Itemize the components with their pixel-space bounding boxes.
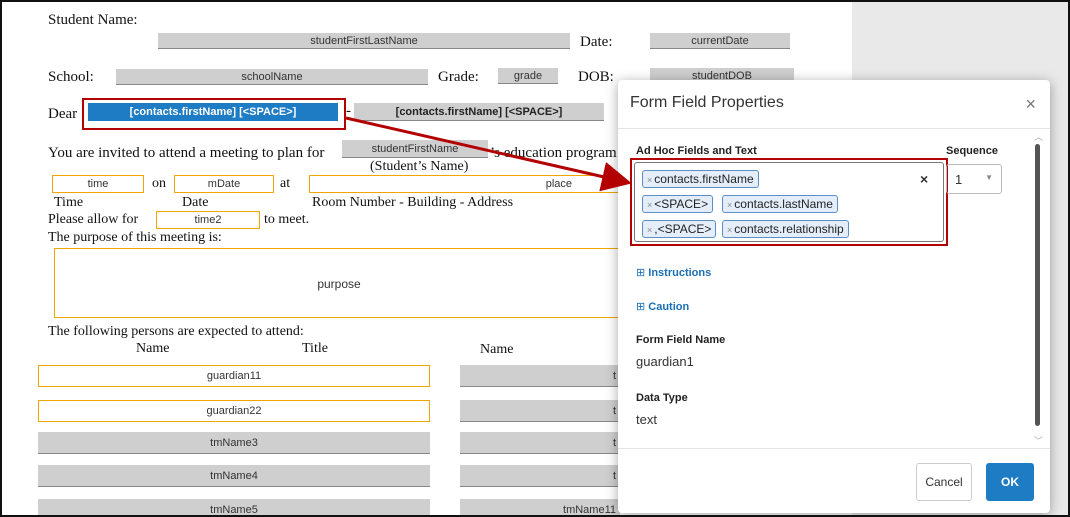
arrow-line xyxy=(345,116,632,192)
screenshot-frame: Student Name: studentFirstLastName Date:… xyxy=(0,0,1070,517)
annotation-arrow xyxy=(345,116,632,192)
